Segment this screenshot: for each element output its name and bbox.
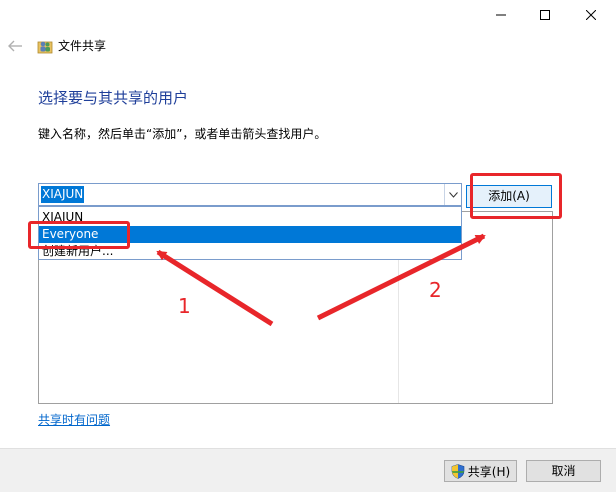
annotation-number-1: 1	[178, 294, 191, 318]
chevron-down-icon	[448, 191, 458, 198]
close-button[interactable]	[568, 0, 614, 30]
minimize-button[interactable]	[478, 0, 524, 30]
user-name-combobox[interactable]: XIAJUN	[38, 183, 462, 206]
sharing-help-link[interactable]: 共享时有问题	[38, 412, 110, 428]
minimize-icon	[496, 14, 506, 16]
share-button[interactable]: 共享(H)	[444, 460, 517, 482]
annotation-box-add-button	[470, 173, 562, 219]
page-heading: 选择要与其共享的用户	[38, 89, 189, 107]
back-button[interactable]	[6, 37, 24, 55]
footer-bar: 共享(H) 取消	[0, 448, 616, 492]
file-sharing-icon	[37, 38, 53, 54]
title-bar	[0, 0, 616, 30]
combo-selected-text[interactable]: XIAJUN	[41, 186, 85, 203]
back-arrow-icon	[8, 40, 22, 52]
share-button-label: 共享(H)	[467, 464, 511, 479]
maximize-button[interactable]	[522, 0, 568, 30]
maximize-icon	[540, 10, 550, 20]
cancel-button[interactable]: 取消	[526, 460, 601, 482]
instruction-text: 键入名称，然后单击“添加”，或者单击箭头查找用户。	[38, 127, 327, 141]
uac-shield-icon	[451, 463, 465, 479]
annotation-box-everyone	[28, 221, 130, 249]
window-title: 文件共享	[58, 39, 107, 53]
close-icon	[586, 10, 596, 20]
combo-dropdown-button[interactable]	[444, 184, 461, 205]
annotation-number-2: 2	[429, 278, 442, 302]
